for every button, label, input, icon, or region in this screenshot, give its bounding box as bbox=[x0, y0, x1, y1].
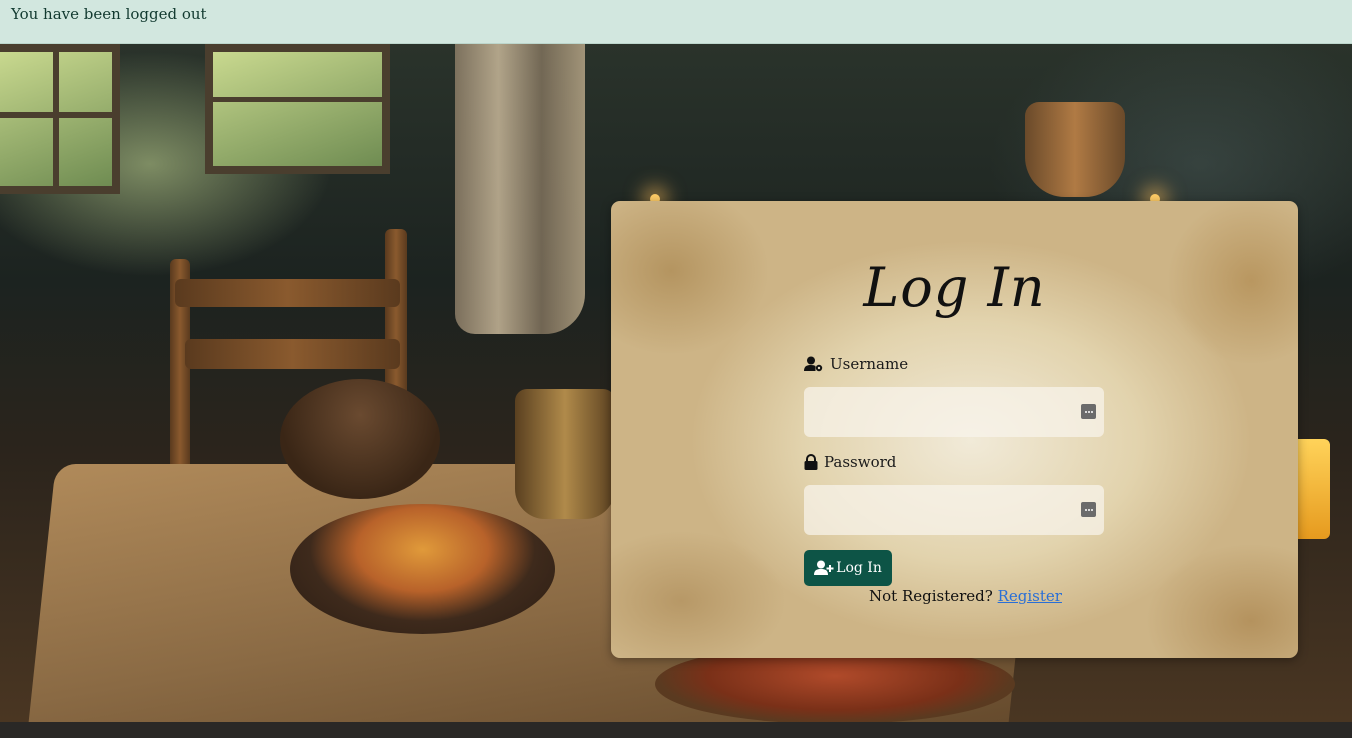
username-label-text: Username bbox=[830, 355, 909, 373]
cup-decoration bbox=[515, 389, 615, 519]
footer-bar bbox=[0, 722, 1352, 738]
pot-decoration bbox=[1025, 102, 1125, 197]
password-manager-icon[interactable] bbox=[1081, 404, 1096, 419]
chair-decoration bbox=[185, 339, 400, 369]
username-label: Username bbox=[804, 355, 908, 373]
not-registered-text: Not Registered? bbox=[869, 587, 993, 605]
alert-message: You have been logged out bbox=[11, 5, 207, 23]
curtain-decoration bbox=[455, 44, 585, 334]
user-plus-icon bbox=[814, 560, 834, 575]
logout-alert: You have been logged out bbox=[0, 0, 1352, 44]
password-label-text: Password bbox=[824, 453, 897, 471]
user-gear-icon bbox=[804, 356, 823, 372]
username-input[interactable] bbox=[804, 387, 1104, 437]
password-label: Password bbox=[804, 453, 896, 471]
window-right-decoration bbox=[205, 44, 390, 174]
login-card: Log In Username Password Log In Not Regi… bbox=[611, 201, 1298, 658]
password-input[interactable] bbox=[804, 485, 1104, 535]
password-manager-icon[interactable] bbox=[1081, 502, 1096, 517]
window-left-decoration bbox=[0, 44, 120, 194]
register-link[interactable]: Register bbox=[998, 587, 1062, 605]
food-bowl-decoration bbox=[290, 504, 555, 634]
chair-decoration bbox=[175, 279, 400, 307]
login-button[interactable]: Log In bbox=[804, 550, 892, 586]
login-title: Log In bbox=[863, 256, 1046, 319]
register-prompt: Not Registered? Register bbox=[869, 587, 1062, 605]
login-button-label: Log In bbox=[836, 560, 882, 576]
bowl-decoration bbox=[280, 379, 440, 499]
lock-icon bbox=[804, 454, 818, 470]
